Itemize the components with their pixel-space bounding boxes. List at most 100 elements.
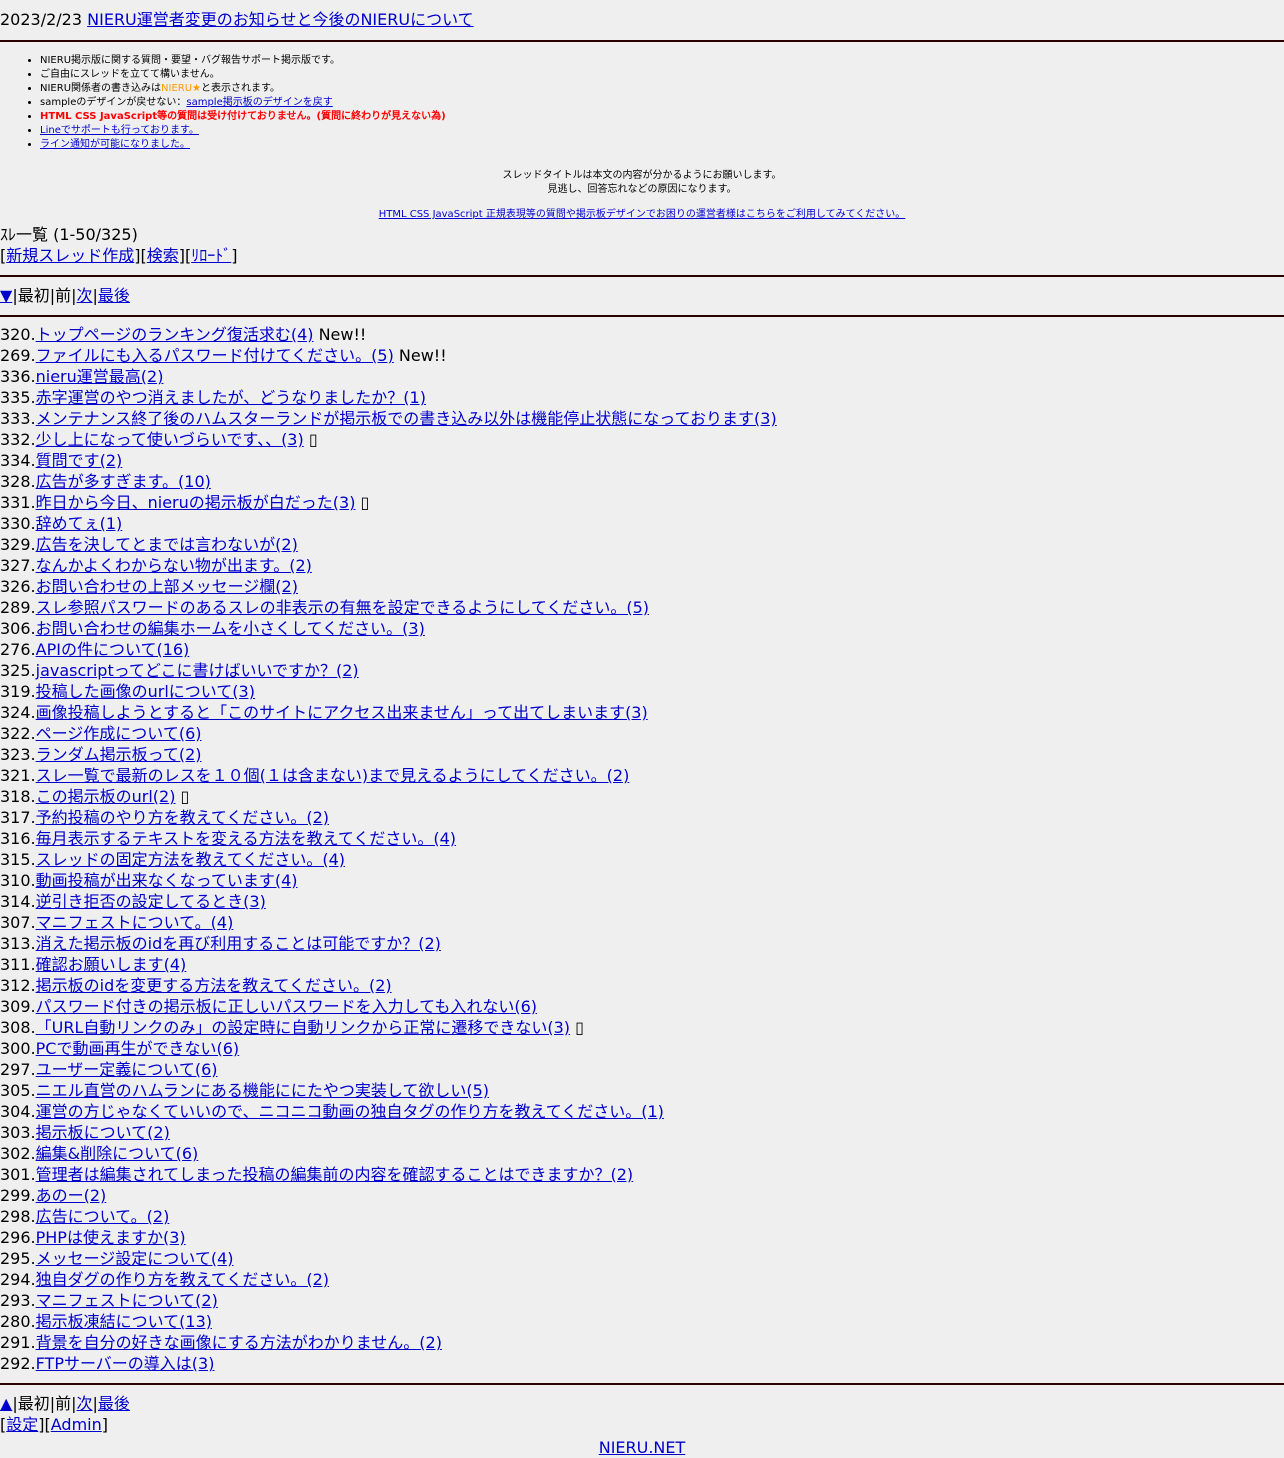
thread-row: 269.ファイルにも入るパスワード付けてください。(5) New!! [0,345,1284,366]
thread-link[interactable]: メンテナンス終了後のハムスターランドが掲示板での書き込み以外は機能停止状態になっ… [36,409,777,428]
thread-link[interactable]: 掲示板凍結について(13) [36,1312,212,1331]
thread-row: 335.赤字運営のやつ消えましたが、どうなりましたか？(1) [0,387,1284,408]
settings-link[interactable]: 設定 [6,1415,38,1434]
admin-link[interactable]: Admin [51,1415,102,1434]
thread-link[interactable]: なんかよくわからない物が出ます。(2) [36,556,312,575]
thread-link[interactable]: トップページのランキング復活求む(4) [36,325,314,344]
thread-number: 301. [0,1165,36,1184]
thread-number: 297. [0,1060,36,1079]
notice-item: sampleのデザインが戻せない：sample掲示板のデザインを戻す [40,96,1284,110]
thread-link[interactable]: 消えた掲示板のidを再び利用することは可能ですか？(2) [36,934,441,953]
notice-item: NIERU掲示版に関する質問・要望・バグ報告サポート掲示版です。 [40,54,1284,68]
thread-link[interactable]: 広告が多すぎます。(10) [36,472,211,491]
thread-number: 316. [0,829,36,848]
thread-link[interactable]: 運営の方じゃなくていいので、ニコニコ動画の独自タグの作り方を教えてください。(1… [36,1102,664,1121]
list-actions: [新規スレッド作成][検索][ﾘﾛｰﾄﾞ] [0,246,238,265]
thread-link[interactable]: スレッドの固定方法を教えてください。(4) [36,850,345,869]
notice-item: HTML CSS JavaScript等の質問は受け付けておりません。(質問に終… [40,110,1284,124]
thread-number: 313. [0,934,36,953]
thread-link[interactable]: 赤字運営のやつ消えましたが、どうなりましたか？(1) [36,388,426,407]
thread-link[interactable]: 「URL自動リンクのみ」の設定時に自動リンクから正常に遷移できない(3) [36,1018,570,1037]
thread-link[interactable]: ファイルにも入るパスワード付けてください。(5) [36,346,394,365]
thread-link[interactable]: 質問です(2) [36,451,123,470]
thread-link[interactable]: ページ作成について(6) [36,724,202,743]
thread-row: 293.マニフェストについて(2) [0,1290,1284,1311]
thread-row: 334.質問です(2) [0,450,1284,471]
thread-link[interactable]: 広告について。(2) [36,1207,170,1226]
thread-link[interactable]: 毎月表示するテキストを変える方法を教えてください。(4) [36,829,456,848]
thread-link[interactable]: 予約投稿のやり方を教えてください。(2) [36,808,329,827]
thread-row: 305.ニエル直営のハムランにある機能ににたやつ実装して欲しい(5) [0,1080,1284,1101]
line-support-link[interactable]: Lineでサポートも行っております。 [40,125,199,136]
thread-number: 332. [0,430,36,449]
thread-row: 325.javascriptってどこに書けばいいですか？(2) [0,660,1284,681]
thread-link[interactable]: お問い合わせの上部メッセージ欄(2) [36,577,298,596]
thread-number: 328. [0,472,36,491]
thread-link[interactable]: スレ一覧で最新のレスを１０個(１は含まない)まで見えるようにしてください。(2) [36,766,630,785]
thread-link[interactable]: ニエル直営のハムランにある機能ににたやつ実装して欲しい(5) [36,1081,489,1100]
thread-link[interactable]: 確認お願いします(4) [36,955,187,974]
thread-link[interactable]: 独自ダグの作り方を教えてください。(2) [36,1270,329,1289]
pager-last[interactable]: 最後 [98,286,130,305]
scroll-up-link[interactable]: ▲ [0,1394,12,1413]
thread-link[interactable]: ランダム掲示板って(2) [36,745,202,764]
thread-row: 298.広告について。(2) [0,1206,1284,1227]
news-link[interactable]: NIERU運営者変更のお知らせと今後のNIERUについて [87,10,473,29]
scroll-down-link[interactable]: ▼ [0,286,12,305]
thread-link[interactable]: FTPサーバーの導入は(3) [36,1354,215,1373]
thread-link[interactable]: 逆引き拒否の設定してるとき(3) [36,892,266,911]
thread-link[interactable]: マニフェストについて。(4) [36,913,234,932]
thread-title-guideline: スレッドタイトルは本文の内容が分かるようにお願いします。 見逃し、回答忘れなどの… [502,170,782,195]
thread-link[interactable]: 掲示板のidを変更する方法を教えてください。(2) [36,976,392,995]
thread-link[interactable]: パスワード付きの掲示板に正しいパスワードを入力しても入れない(6) [36,997,537,1016]
thread-link[interactable]: nieru運営最高(2) [36,367,164,386]
pager-next[interactable]: 次 [77,286,93,305]
reload-link[interactable]: ﾘﾛｰﾄﾞ [191,246,231,265]
notice-item: ご自由にスレッドを立てて構いません。 [40,68,1284,82]
thread-link[interactable]: 広告を決してとまでは言わないが(2) [36,535,298,554]
pager-last[interactable]: 最後 [98,1394,130,1413]
line-notify-link[interactable]: ライン通知が可能になりました。 [40,139,190,150]
thread-link[interactable]: javascriptってどこに書けばいいですか？(2) [36,661,359,680]
thread-link[interactable]: 辞めてぇ(1) [36,514,123,533]
thread-link[interactable]: ユーザー定義について(6) [36,1060,218,1079]
thread-number: 321. [0,766,36,785]
thread-number: 298. [0,1207,36,1226]
thread-number: 304. [0,1102,36,1121]
thread-row: 292.FTPサーバーの導入は(3) [0,1353,1284,1374]
thread-row: 303.掲示板について(2) [0,1122,1284,1143]
thread-link[interactable]: 背景を自分の好きな画像にする方法がわかりません。(2) [36,1333,442,1352]
thread-link[interactable]: 編集&削除について(6) [36,1144,199,1163]
thread-link[interactable]: PCで動画再生ができない(6) [36,1039,240,1058]
thread-link[interactable]: 昨日から今日、nieruの掲示板が白だった(3) [36,493,356,512]
thread-link[interactable]: メッセージ設定について(4) [36,1249,234,1268]
thread-row: 336.nieru運営最高(2) [0,366,1284,387]
thread-link[interactable]: 管理者は編集されてしまった投稿の編集前の内容を確認することはできますか？(2) [36,1165,634,1184]
thread-link[interactable]: 掲示板について(2) [36,1123,170,1142]
thread-link[interactable]: 動画投稿が出来なくなっています(4) [36,871,298,890]
news-date: 2023/2/23 [0,10,83,29]
thread-number: 309. [0,997,36,1016]
thread-link[interactable]: お問い合わせの編集ホームを小さくしてください。(3) [36,619,425,638]
notice-item: NIERU関係者の書き込みはNIERU★と表示されます。 [40,82,1284,96]
thread-link[interactable]: あのー(2) [36,1186,107,1205]
pager-bottom: ▲|最初|前|次|最後 [0,1394,130,1413]
thread-link[interactable]: 少し上になって使いづらいです、、(3) [36,430,304,449]
thread-link[interactable]: 画像投稿しようとすると「このサイトにアクセス出来ません」って出てしまいます(3) [36,703,648,722]
help-link[interactable]: HTML CSS JavaScript 正規表現等の質問や掲示板デザインでお困り… [379,209,906,220]
thread-link[interactable]: マニフェストについて(2) [36,1291,218,1310]
restore-sample-design-link[interactable]: sample掲示板のデザインを戻す [186,97,332,108]
thread-row: 323.ランダム掲示板って(2) [0,744,1284,765]
thread-link[interactable]: APIの件について(16) [36,640,190,659]
new-thread-link[interactable]: 新規スレッド作成 [6,246,134,265]
thread-number: 318. [0,787,36,806]
thread-link[interactable]: スレ参照パスワードのあるスレの非表示の有無を設定できるようにしてください。(5) [36,598,649,617]
thread-link[interactable]: 投稿した画像のurlについて(3) [36,682,255,701]
pager-next[interactable]: 次 [77,1394,93,1413]
thread-link[interactable]: この掲示板のurl(2) [36,787,176,806]
thread-link[interactable]: PHPは使えますか(3) [36,1228,186,1247]
search-link[interactable]: 検索 [147,246,179,265]
thread-number: 292. [0,1354,36,1373]
thread-row: 310.動画投稿が出来なくなっています(4) [0,870,1284,891]
thread-row: 327.なんかよくわからない物が出ます。(2) [0,555,1284,576]
